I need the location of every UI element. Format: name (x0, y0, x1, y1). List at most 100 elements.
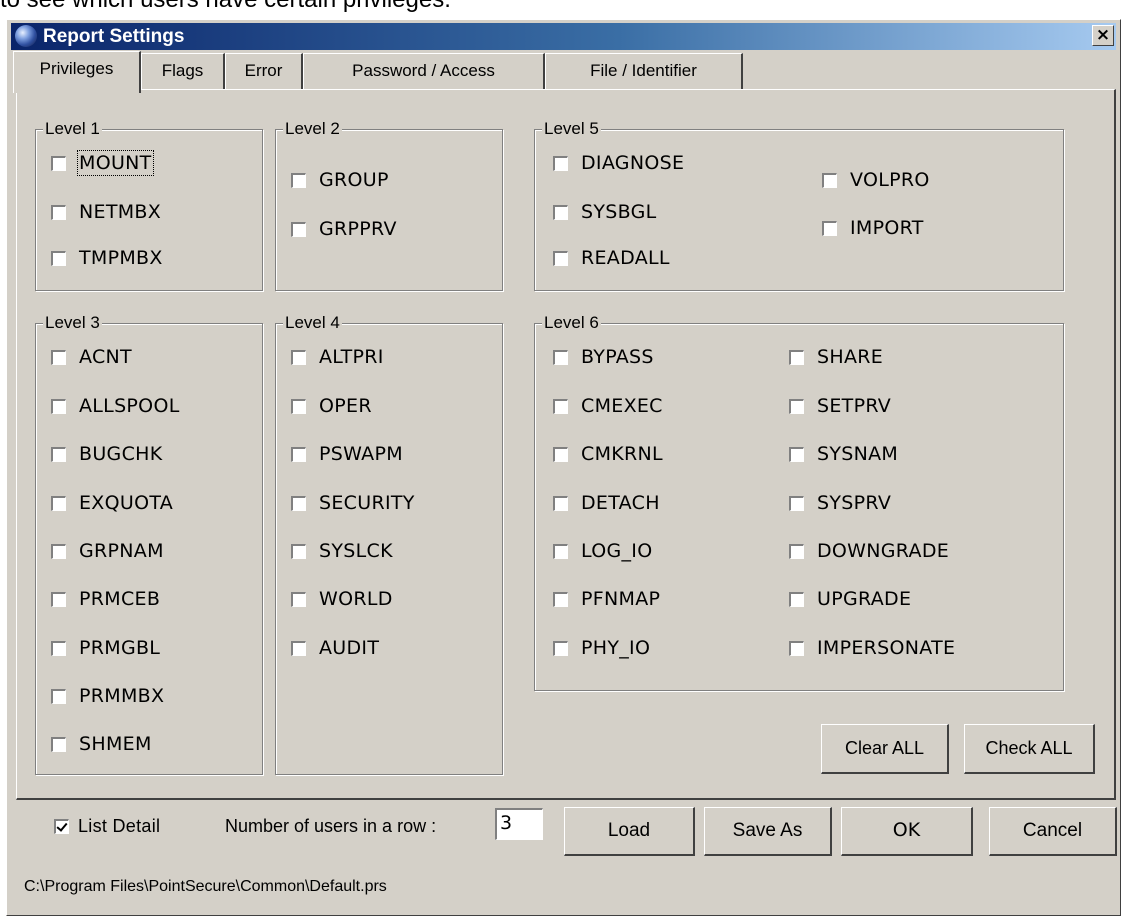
checkbox-box[interactable] (789, 446, 804, 462)
checkbox-cmexec[interactable]: CMEXEC (553, 395, 663, 417)
checkbox-netmbx[interactable]: NETMBX (51, 201, 161, 223)
checkbox-box[interactable] (51, 736, 66, 752)
checkbox-volpro[interactable]: VOLPRO (822, 169, 930, 191)
checkbox-box[interactable] (789, 398, 804, 414)
tab-privileges[interactable]: Privileges (13, 51, 141, 93)
checkbox-box[interactable] (291, 446, 306, 462)
checkbox-setprv[interactable]: SETPRV (789, 395, 891, 417)
checkbox-tmpmbx[interactable]: TMPMBX (51, 247, 163, 269)
checkbox-box[interactable] (51, 398, 66, 414)
cancel-button[interactable]: Cancel (989, 807, 1117, 856)
checkbox-altpri[interactable]: ALTPRI (291, 346, 384, 368)
checkbox-oper[interactable]: OPER (291, 395, 372, 417)
checkbox-sysbgl[interactable]: SYSBGL (553, 201, 657, 223)
checkbox-box[interactable] (51, 543, 66, 559)
checkbox-box[interactable] (291, 591, 306, 607)
checkbox-box[interactable] (291, 640, 306, 656)
checkbox-box[interactable] (553, 204, 568, 220)
tab-password-access[interactable]: Password / Access (303, 53, 545, 89)
checkbox-world[interactable]: WORLD (291, 588, 393, 610)
checkbox-box[interactable] (789, 591, 804, 607)
checkbox-bypass[interactable]: BYPASS (553, 346, 654, 368)
checkbox-box[interactable] (789, 349, 804, 365)
tab-flags[interactable]: Flags (141, 53, 225, 89)
tab-file-identifier[interactable]: File / Identifier (545, 53, 743, 89)
checkbox-box[interactable] (822, 172, 837, 188)
load-button[interactable]: Load (564, 807, 695, 856)
checkbox-label: AUDIT (319, 637, 380, 659)
group-label-level-3: Level 3 (43, 313, 102, 333)
checkbox-box[interactable] (291, 398, 306, 414)
close-button[interactable]: × (1092, 25, 1114, 46)
checkbox-phy-io[interactable]: PHY_IO (553, 637, 650, 659)
checkbox-box[interactable] (51, 155, 66, 171)
checkbox-box[interactable] (54, 819, 69, 834)
checkbox-shmem[interactable]: SHMEM (51, 733, 152, 755)
checkbox-box[interactable] (291, 543, 306, 559)
checkbox-box[interactable] (789, 495, 804, 511)
checkbox-box[interactable] (51, 250, 66, 266)
checkbox-exquota[interactable]: EXQUOTA (51, 492, 173, 514)
checkbox-box[interactable] (291, 349, 306, 365)
checkbox-box[interactable] (51, 495, 66, 511)
checkbox-bugchk[interactable]: BUGCHK (51, 443, 162, 465)
checkbox-box[interactable] (51, 591, 66, 607)
checkbox-syslck[interactable]: SYSLCK (291, 540, 393, 562)
checkbox-box[interactable] (553, 349, 568, 365)
checkbox-box[interactable] (291, 495, 306, 511)
checkbox-allspool[interactable]: ALLSPOOL (51, 395, 180, 417)
checkbox-box[interactable] (789, 640, 804, 656)
checkbox-log-io[interactable]: LOG_IO (553, 540, 652, 562)
checkbox-box[interactable] (789, 543, 804, 559)
checkbox-box[interactable] (553, 398, 568, 414)
checkbox-pswapm[interactable]: PSWAPM (291, 443, 403, 465)
clear-all-button[interactable]: Clear ALL (821, 724, 949, 774)
checkbox-box[interactable] (553, 446, 568, 462)
checkbox-box[interactable] (822, 220, 837, 236)
checkbox-box[interactable] (553, 543, 568, 559)
checkbox-box[interactable] (51, 688, 66, 704)
checkbox-box[interactable] (51, 446, 66, 462)
title-bar[interactable]: Report Settings × (11, 23, 1116, 50)
checkbox-grpprv[interactable]: GRPPRV (291, 218, 397, 240)
ok-button[interactable]: OK (841, 807, 973, 856)
checkbox-sysprv[interactable]: SYSPRV (789, 492, 891, 514)
checkbox-box[interactable] (553, 250, 568, 266)
checkbox-upgrade[interactable]: UPGRADE (789, 588, 911, 610)
checkbox-prmmbx[interactable]: PRMMBX (51, 685, 164, 707)
settings-file-path: C:\Program Files\PointSecure\Common\Defa… (24, 878, 387, 895)
checkbox-cmkrnl[interactable]: CMKRNL (553, 443, 663, 465)
checkbox-pfnmap[interactable]: PFNMAP (553, 588, 660, 610)
checkbox-box[interactable] (553, 495, 568, 511)
checkbox-impersonate[interactable]: IMPERSONATE (789, 637, 955, 659)
checkbox-diagnose[interactable]: DIAGNOSE (553, 152, 684, 174)
checkbox-box[interactable] (291, 172, 306, 188)
checkbox-box[interactable] (553, 591, 568, 607)
checkbox-box[interactable] (51, 640, 66, 656)
checkbox-downgrade[interactable]: DOWNGRADE (789, 540, 949, 562)
checkbox-box[interactable] (51, 204, 66, 220)
checkbox-share[interactable]: SHARE (789, 346, 883, 368)
checkbox-security[interactable]: SECURITY (291, 492, 415, 514)
checkbox-mount[interactable]: MOUNT (51, 150, 154, 176)
check-all-button[interactable]: Check ALL (964, 724, 1095, 774)
save-as-button[interactable]: Save As (704, 807, 832, 856)
checkbox-sysnam[interactable]: SYSNAM (789, 443, 898, 465)
checkbox-box[interactable] (553, 155, 568, 171)
tab-error[interactable]: Error (225, 53, 303, 89)
checkbox-group[interactable]: GROUP (291, 169, 389, 191)
checkbox-label: GRPNAM (79, 540, 164, 562)
checkbox-box[interactable] (51, 349, 66, 365)
checkbox-import[interactable]: IMPORT (822, 217, 924, 239)
checkbox-readall[interactable]: READALL (553, 247, 670, 269)
checkbox-prmceb[interactable]: PRMCEB (51, 588, 160, 610)
checkbox-acnt[interactable]: ACNT (51, 346, 132, 368)
users-row-input[interactable]: 3 (495, 808, 543, 840)
checkbox-box[interactable] (291, 221, 306, 237)
checkbox-prmgbl[interactable]: PRMGBL (51, 637, 160, 659)
checkbox-audit[interactable]: AUDIT (291, 637, 379, 659)
list-detail-checkbox[interactable]: List Detail (54, 816, 160, 837)
checkbox-box[interactable] (553, 640, 568, 656)
checkbox-grpnam[interactable]: GRPNAM (51, 540, 164, 562)
checkbox-detach[interactable]: DETACH (553, 492, 660, 514)
